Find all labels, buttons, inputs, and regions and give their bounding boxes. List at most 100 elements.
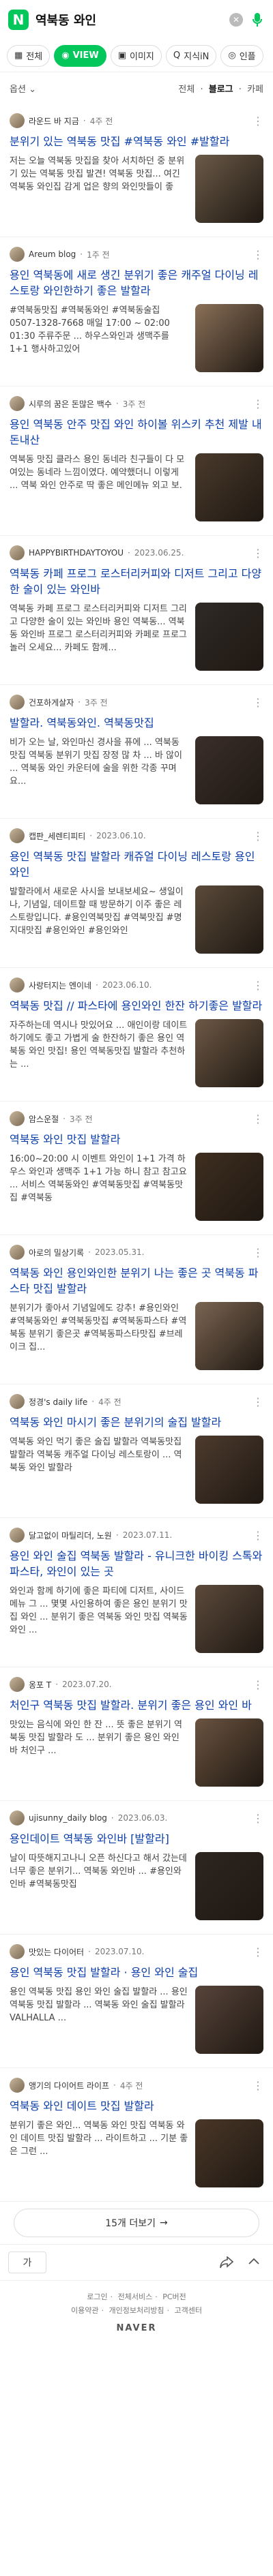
result-snippet[interactable]: 자주하는데 역시나 맛있어요 ... 애인이랑 데이트하기에도 좋고 가볍게 술… <box>10 1019 188 1087</box>
font-size-button[interactable]: 가 <box>8 2252 46 2273</box>
result-snippet[interactable]: 발할라에서 새로운 사시을 보내보세요~ 생일이나, 기념일, 데이트할 때 방… <box>10 885 188 954</box>
result-item[interactable]: 달고없이 마틸리더, 노원 · 2023.07.11. ⋮ 용인 와인 술집 역북동 발… <box>0 1518 273 1667</box>
author-name[interactable]: Areum blog <box>29 249 76 259</box>
result-item[interactable]: 아로의 밀상기록 · 2023.05.31. ⋮ 역북동 와인 용인와인한 분위기 나는… <box>0 1235 273 1384</box>
author-name[interactable]: 앵기의 다이어트 라이프 <box>29 2080 109 2091</box>
help-link[interactable]: 고객센터 <box>174 2306 201 2315</box>
result-snippet[interactable]: 역북동 맛집 클라스 용인 동네라 친구들이 다 모여있는 동네라 느낌이였다.… <box>10 453 188 521</box>
tab-image[interactable]: ▣ 이미지 <box>110 44 162 67</box>
result-snippet[interactable]: 비가 오는 날, 와인마신 경사을 퓨에 ... 역북동 맛집 역북동 분위기 … <box>10 736 188 804</box>
result-thumbnail[interactable] <box>195 2119 263 2187</box>
result-thumbnail[interactable] <box>195 1153 263 1221</box>
result-snippet[interactable]: 역북동 카페 프로그 로스터리커피와 디저트 그리고 다양한 술이 있는 와인바… <box>10 603 188 671</box>
result-item[interactable]: 맛있는 다이어터 · 2023.07.10. ⋮ 용인 역북동 맛집 발할라 · 용인 … <box>0 1935 273 2068</box>
avatar[interactable] <box>10 1810 25 1825</box>
avatar[interactable] <box>10 1528 25 1543</box>
result-title[interactable]: 용인 역북동 맛집 발할라 · 용인 와인 술집 <box>10 1965 263 1980</box>
result-snippet[interactable]: 용인 역북동 맛집 용인 와인 술집 발할라 ... 용인 역북동 맛집 발할라… <box>10 1986 188 2054</box>
result-title[interactable]: 역북동 와인 데이트 맛집 발할라 <box>10 2098 263 2114</box>
result-item[interactable]: HAPPYBIRTHDAYTOYOU · 2023.06.25. ⋮ 역북동 카페 프로… <box>0 536 273 685</box>
avatar[interactable] <box>10 978 25 992</box>
avatar[interactable] <box>10 1111 25 1126</box>
avatar[interactable] <box>10 1394 25 1409</box>
result-title[interactable]: 역북동 맛집 // 파스타에 용인와인 한잔 하기좋은 발할라 <box>10 998 263 1014</box>
author-name[interactable]: 건포하게살자 <box>29 697 74 708</box>
avatar[interactable] <box>10 828 25 843</box>
result-snippet[interactable]: 16:00~20:00 시 이벤트 와인이 1+1 가격 하우스 와인과 생맥주… <box>10 1153 188 1221</box>
result-thumbnail[interactable] <box>195 304 263 372</box>
tab-kin[interactable]: Q 지식iN <box>165 44 217 67</box>
result-thumbnail[interactable] <box>195 453 263 521</box>
result-title[interactable]: 역북동 카페 프로그 로스터리커피와 디저트 그리고 다양한 술이 있는 와인바 <box>10 566 263 597</box>
result-thumbnail[interactable] <box>195 1436 263 1504</box>
more-options-icon[interactable]: ⋮ <box>253 979 263 992</box>
more-options-icon[interactable]: ⋮ <box>253 1112 263 1125</box>
more-options-icon[interactable]: ⋮ <box>253 830 263 843</box>
search-input[interactable]: 역북동 와인 <box>35 11 229 29</box>
author-name[interactable]: 옹포 T <box>29 1679 51 1691</box>
more-options-icon[interactable]: ⋮ <box>253 115 263 127</box>
pc-version-link[interactable]: PC버전 <box>162 2292 186 2301</box>
result-title[interactable]: 역북동 와인 맛집 발할라 <box>10 1132 263 1147</box>
author-name[interactable]: 캡판_세렌티피티 <box>29 830 85 842</box>
result-title[interactable]: 발할라. 역북동와인. 역북동맛집 <box>10 715 263 731</box>
privacy-link[interactable]: 개인정보처리방침 <box>109 2306 164 2315</box>
result-title[interactable]: 역북동 와인 용인와인한 분위기 나는 좋은 곳 역북동 파스타 맛집 발할라 <box>10 1265 263 1297</box>
more-options-icon[interactable]: ⋮ <box>253 397 263 410</box>
author-name[interactable]: 암스운절 <box>29 1113 59 1125</box>
result-title[interactable]: 용인데이트 역북동 와인바 [발할라] <box>10 1831 263 1847</box>
result-thumbnail[interactable] <box>195 1852 263 1920</box>
result-title[interactable]: 분위기 있는 역북동 맛집 #역북동 와인 #발할라 <box>10 134 263 149</box>
result-snippet[interactable]: 분위기 좋은 와인... 역북동 와인 맛집 역북동 와인 데이트 맛집 발할라… <box>10 2119 188 2187</box>
more-options-icon[interactable]: ⋮ <box>253 1395 263 1408</box>
mic-icon[interactable] <box>250 10 265 29</box>
result-thumbnail[interactable] <box>195 155 263 223</box>
result-snippet[interactable]: 분위기가 좋아서 기념일에도 강추! #용인와인 #역북동와인 #역북동맛집 #… <box>10 1302 188 1370</box>
result-thumbnail[interactable] <box>195 1302 263 1370</box>
more-options-icon[interactable]: ⋮ <box>253 2079 263 2092</box>
author-name[interactable]: 사랑터지는 엔이네 <box>29 980 91 991</box>
author-name[interactable]: 맛있는 다이어터 <box>29 1946 84 1958</box>
avatar[interactable] <box>10 545 25 560</box>
result-title[interactable]: 용인 역북동 안주 맛집 와인 하이볼 위스키 추천 제발 내돈내산 <box>10 416 263 448</box>
result-item[interactable]: 암스운절 · 3주 전 ⋮ 역북동 와인 맛집 발할라 16:00~20:00 시 이벤트… <box>0 1102 273 1235</box>
result-thumbnail[interactable] <box>195 736 263 804</box>
author-name[interactable]: 아로의 밀상기록 <box>29 1247 84 1258</box>
author-name[interactable]: 달고없이 마틸리더, 노원 <box>29 1530 112 1541</box>
result-snippet[interactable]: 저는 오늘 역북동 맛집을 찾아 서치하던 중 분위기 있는 역북동 맛집 발견… <box>10 155 188 223</box>
scroll-top-icon[interactable] <box>243 2252 265 2273</box>
result-title[interactable]: 역북동 와인 마시기 좋은 분위기의 술집 발할라 <box>10 1414 263 1430</box>
more-options-icon[interactable]: ⋮ <box>253 1945 263 1958</box>
result-item[interactable]: ujisunny_daily blog · 2023.06.03. ⋮ 용인데이트 역북… <box>0 1801 273 1935</box>
result-title[interactable]: 처인구 역북동 맛집 발할라. 분위기 좋은 용인 와인 바 <box>10 1697 263 1713</box>
avatar[interactable] <box>10 695 25 710</box>
result-thumbnail[interactable] <box>195 885 263 954</box>
terms-link[interactable]: 이용약관 <box>71 2306 98 2315</box>
avatar[interactable] <box>10 1677 25 1692</box>
result-thumbnail[interactable] <box>195 1718 263 1787</box>
result-item[interactable]: 앵기의 다이어트 라이프 · 4주 전 ⋮ 역북동 와인 데이트 맛집 발할라 분위기 좋… <box>0 2068 273 2202</box>
avatar[interactable] <box>10 396 25 411</box>
sort-all[interactable]: 전체 <box>178 85 195 95</box>
result-item[interactable]: 사랑터지는 엔이네 · 2023.06.10. ⋮ 역북동 맛집 // 파스타에 용인와… <box>0 968 273 1102</box>
naver-logo[interactable]: N <box>8 10 29 30</box>
result-thumbnail[interactable] <box>195 1585 263 1653</box>
options-button[interactable]: 옵션 ⌄ <box>10 82 36 95</box>
more-options-icon[interactable]: ⋮ <box>253 1529 263 1542</box>
author-name[interactable]: 시루의 꿈은 돈많은 백수 <box>29 398 112 410</box>
sort-cafe[interactable]: 카페 <box>247 85 263 95</box>
result-snippet[interactable]: 날이 따뜻해지고나니 오픈 하신다고 해서 갔는데 너무 좋은 분위기... 역… <box>10 1852 188 1920</box>
more-options-icon[interactable]: ⋮ <box>253 696 263 709</box>
more-options-icon[interactable]: ⋮ <box>253 248 263 261</box>
author-name[interactable]: 라운드 바 지금 <box>29 115 79 127</box>
avatar[interactable] <box>10 247 25 262</box>
author-name[interactable]: ujisunny_daily blog <box>29 1813 107 1823</box>
all-services-link[interactable]: 전체서비스 <box>118 2292 153 2301</box>
avatar[interactable] <box>10 1245 25 1260</box>
avatar[interactable] <box>10 2078 25 2093</box>
result-thumbnail[interactable] <box>195 1019 263 1087</box>
login-link[interactable]: 로그인 <box>87 2292 107 2301</box>
result-item[interactable]: 옹포 T · 2023.07.20. ⋮ 처인구 역북동 맛집 발할라. 분위기 좋은 … <box>0 1667 273 1801</box>
author-name[interactable]: 정경's daily life <box>29 1396 87 1408</box>
result-snippet[interactable]: #역북동맛집 #역북동와인 #역북동술집 0507-1328-7668 매일 1… <box>10 304 188 372</box>
